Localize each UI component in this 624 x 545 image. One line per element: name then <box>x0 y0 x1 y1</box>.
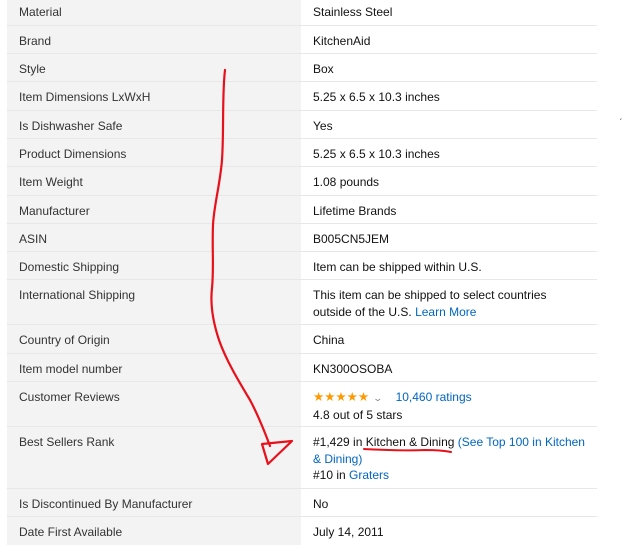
detail-value: China <box>301 324 597 354</box>
detail-label: Country of Origin <box>7 324 301 354</box>
product-details-table: Material Stainless Steel Brand KitchenAi… <box>7 0 597 545</box>
rank-in-text: in <box>333 468 350 483</box>
detail-value: Item can be shipped within U.S. <box>301 251 597 280</box>
star-rating-icon[interactable]: ★★★★★ <box>313 390 369 404</box>
detail-row-country-of-origin: Country of Origin China <box>7 324 597 354</box>
detail-row-item-weight: Item Weight 1.08 pounds <box>7 166 597 196</box>
detail-label: Material <box>7 0 301 26</box>
detail-value: Yes <box>301 109 597 139</box>
detail-row-customer-reviews: Customer Reviews ★★★★★ ⌄ 10,460 ratings 4.… <box>7 381 597 427</box>
detail-label: ASIN <box>7 222 301 252</box>
detail-value: 5.25 x 6.5 x 10.3 inches <box>301 81 597 111</box>
detail-row-asin: ASIN B005CN5JEM <box>7 222 597 252</box>
rank-in-text: in <box>349 435 366 450</box>
detail-row-style: Style Box <box>7 53 597 82</box>
edge-tick: ˊ <box>619 118 623 129</box>
detail-value: B005CN5JEM <box>301 222 597 252</box>
detail-row-manufacturer: Manufacturer Lifetime Brands <box>7 194 597 224</box>
rating-text: 4.8 out of 5 stars <box>313 407 403 422</box>
detail-value: 5.25 x 6.5 x 10.3 inches <box>301 137 597 167</box>
detail-label: Item Weight <box>7 166 301 196</box>
rank-number: #1,429 <box>313 435 350 450</box>
detail-label: Best Sellers Rank <box>7 426 301 489</box>
detail-value: No <box>301 488 597 517</box>
detail-value: 1.08 pounds <box>301 166 597 196</box>
detail-row-date-first-available: Date First Available July 14, 2011 <box>7 516 597 545</box>
learn-more-link[interactable]: Learn More <box>415 305 476 319</box>
rank-category-link[interactable]: Kitchen & Dining <box>366 435 455 449</box>
ratings-count-link[interactable]: 10,460 ratings <box>396 390 472 404</box>
detail-label: Manufacturer <box>7 194 301 224</box>
detail-row-item-dimensions: Item Dimensions LxWxH 5.25 x 6.5 x 10.3 … <box>7 81 597 111</box>
detail-label: Customer Reviews <box>7 381 301 427</box>
detail-value: July 14, 2011 <box>301 516 597 545</box>
detail-value: This item can be shipped to select count… <box>301 279 597 325</box>
detail-label: Product Dimensions <box>7 137 301 167</box>
detail-row-international-shipping: International Shipping This item can be … <box>7 279 597 325</box>
detail-row-product-dimensions: Product Dimensions 5.25 x 6.5 x 10.3 inc… <box>7 137 597 167</box>
detail-label: Date First Available <box>7 516 301 545</box>
detail-row-dishwasher-safe: Is Dishwasher Safe Yes <box>7 109 597 139</box>
detail-label: Item model number <box>7 352 301 382</box>
detail-value: Box <box>301 53 597 82</box>
detail-value: ★★★★★ ⌄ 10,460 ratings 4.8 out of 5 stars <box>301 381 597 427</box>
rank-number: #10 <box>313 468 334 483</box>
chevron-down-icon[interactable]: ⌄ <box>373 390 384 407</box>
detail-label: Is Discontinued By Manufacturer <box>7 488 301 517</box>
detail-label: Brand <box>7 24 301 54</box>
detail-value: Lifetime Brands <box>301 194 597 224</box>
detail-row-domestic-shipping: Domestic Shipping Item can be shipped wi… <box>7 251 597 280</box>
detail-value: KN300OSOBA <box>301 352 597 382</box>
detail-row-discontinued: Is Discontinued By Manufacturer No <box>7 488 597 517</box>
detail-value: Stainless Steel <box>301 0 597 26</box>
detail-label: Domestic Shipping <box>7 251 301 280</box>
detail-label: Is Dishwasher Safe <box>7 109 301 139</box>
detail-row-material: Material Stainless Steel <box>7 0 597 26</box>
detail-label: Item Dimensions LxWxH <box>7 81 301 111</box>
detail-row-brand: Brand KitchenAid <box>7 24 597 54</box>
detail-label: Style <box>7 53 301 82</box>
detail-label: International Shipping <box>7 279 301 325</box>
detail-value: KitchenAid <box>301 24 597 54</box>
graters-link[interactable]: Graters <box>349 468 389 482</box>
detail-value: #1,429 in Kitchen & Dining (See Top 100 … <box>301 426 597 489</box>
detail-row-best-sellers-rank: Best Sellers Rank #1,429 in Kitchen & Di… <box>7 426 597 489</box>
detail-row-model-number: Item model number KN300OSOBA <box>7 352 597 382</box>
